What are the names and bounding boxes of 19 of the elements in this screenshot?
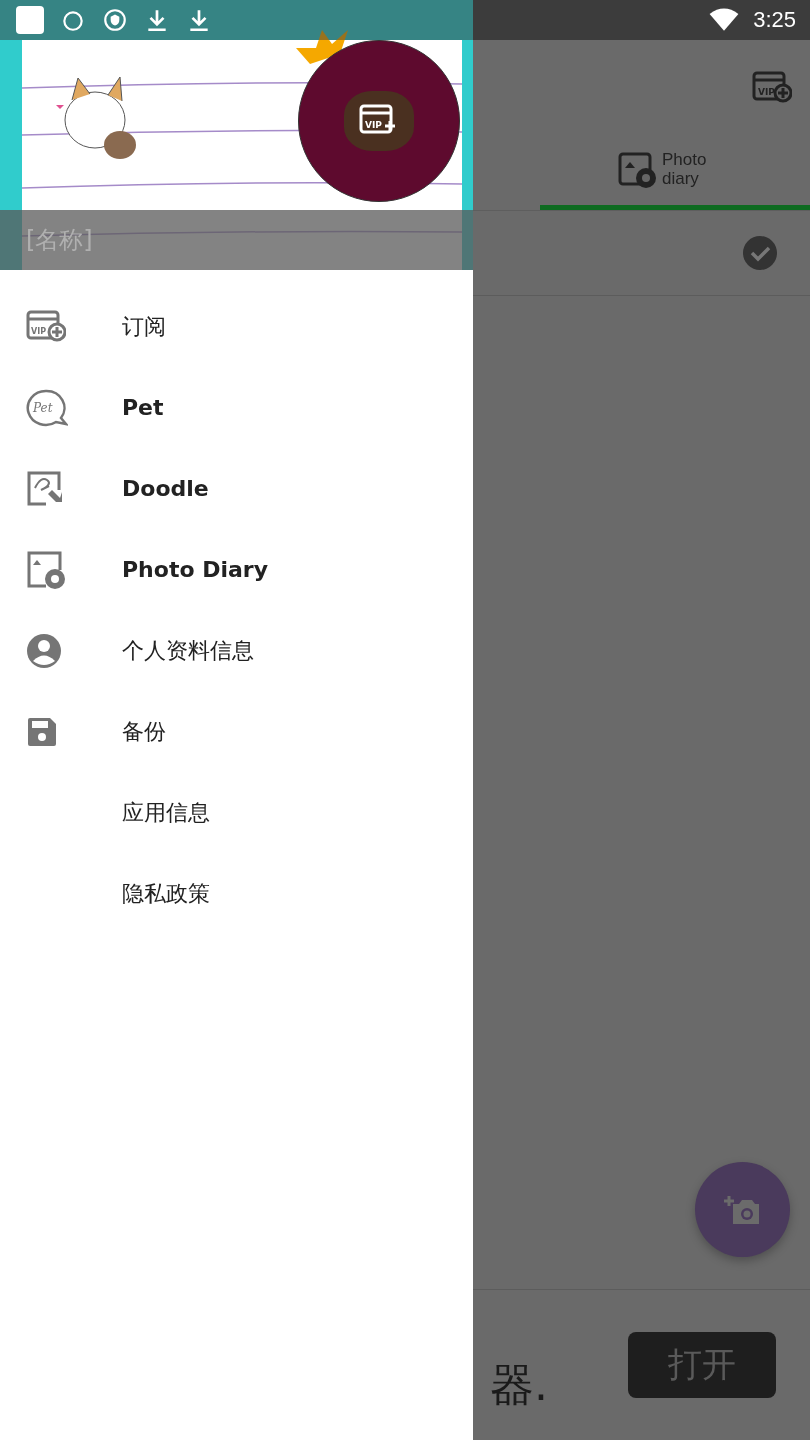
photo-camera-icon [26, 549, 66, 590]
menu-item[interactable]: Pet Pet [0, 367, 473, 448]
menu-item[interactable]: 个人资料信息 [0, 610, 473, 691]
speech-bubble-icon: Pet [26, 388, 68, 427]
menu-item[interactable]: 备份 [0, 691, 473, 772]
check-icon[interactable] [743, 236, 777, 270]
status-time: 3:25 [753, 7, 796, 33]
doodle-icon [26, 469, 64, 508]
menu-item[interactable]: 应用信息 [0, 772, 473, 853]
wifi-icon [709, 8, 740, 32]
account-icon [26, 632, 62, 669]
menu-item[interactable]: VIP 订阅 [0, 286, 473, 367]
menu-item[interactable]: Doodle [0, 448, 473, 529]
menu-item[interactable]: Photo Diary [0, 529, 473, 610]
photo-camera-icon [618, 150, 658, 190]
menu-item[interactable]: 隐私政策 [0, 853, 473, 934]
save-icon [26, 715, 58, 748]
profile-name: [名称] [26, 225, 93, 256]
banner-text: 器. [490, 1357, 548, 1412]
